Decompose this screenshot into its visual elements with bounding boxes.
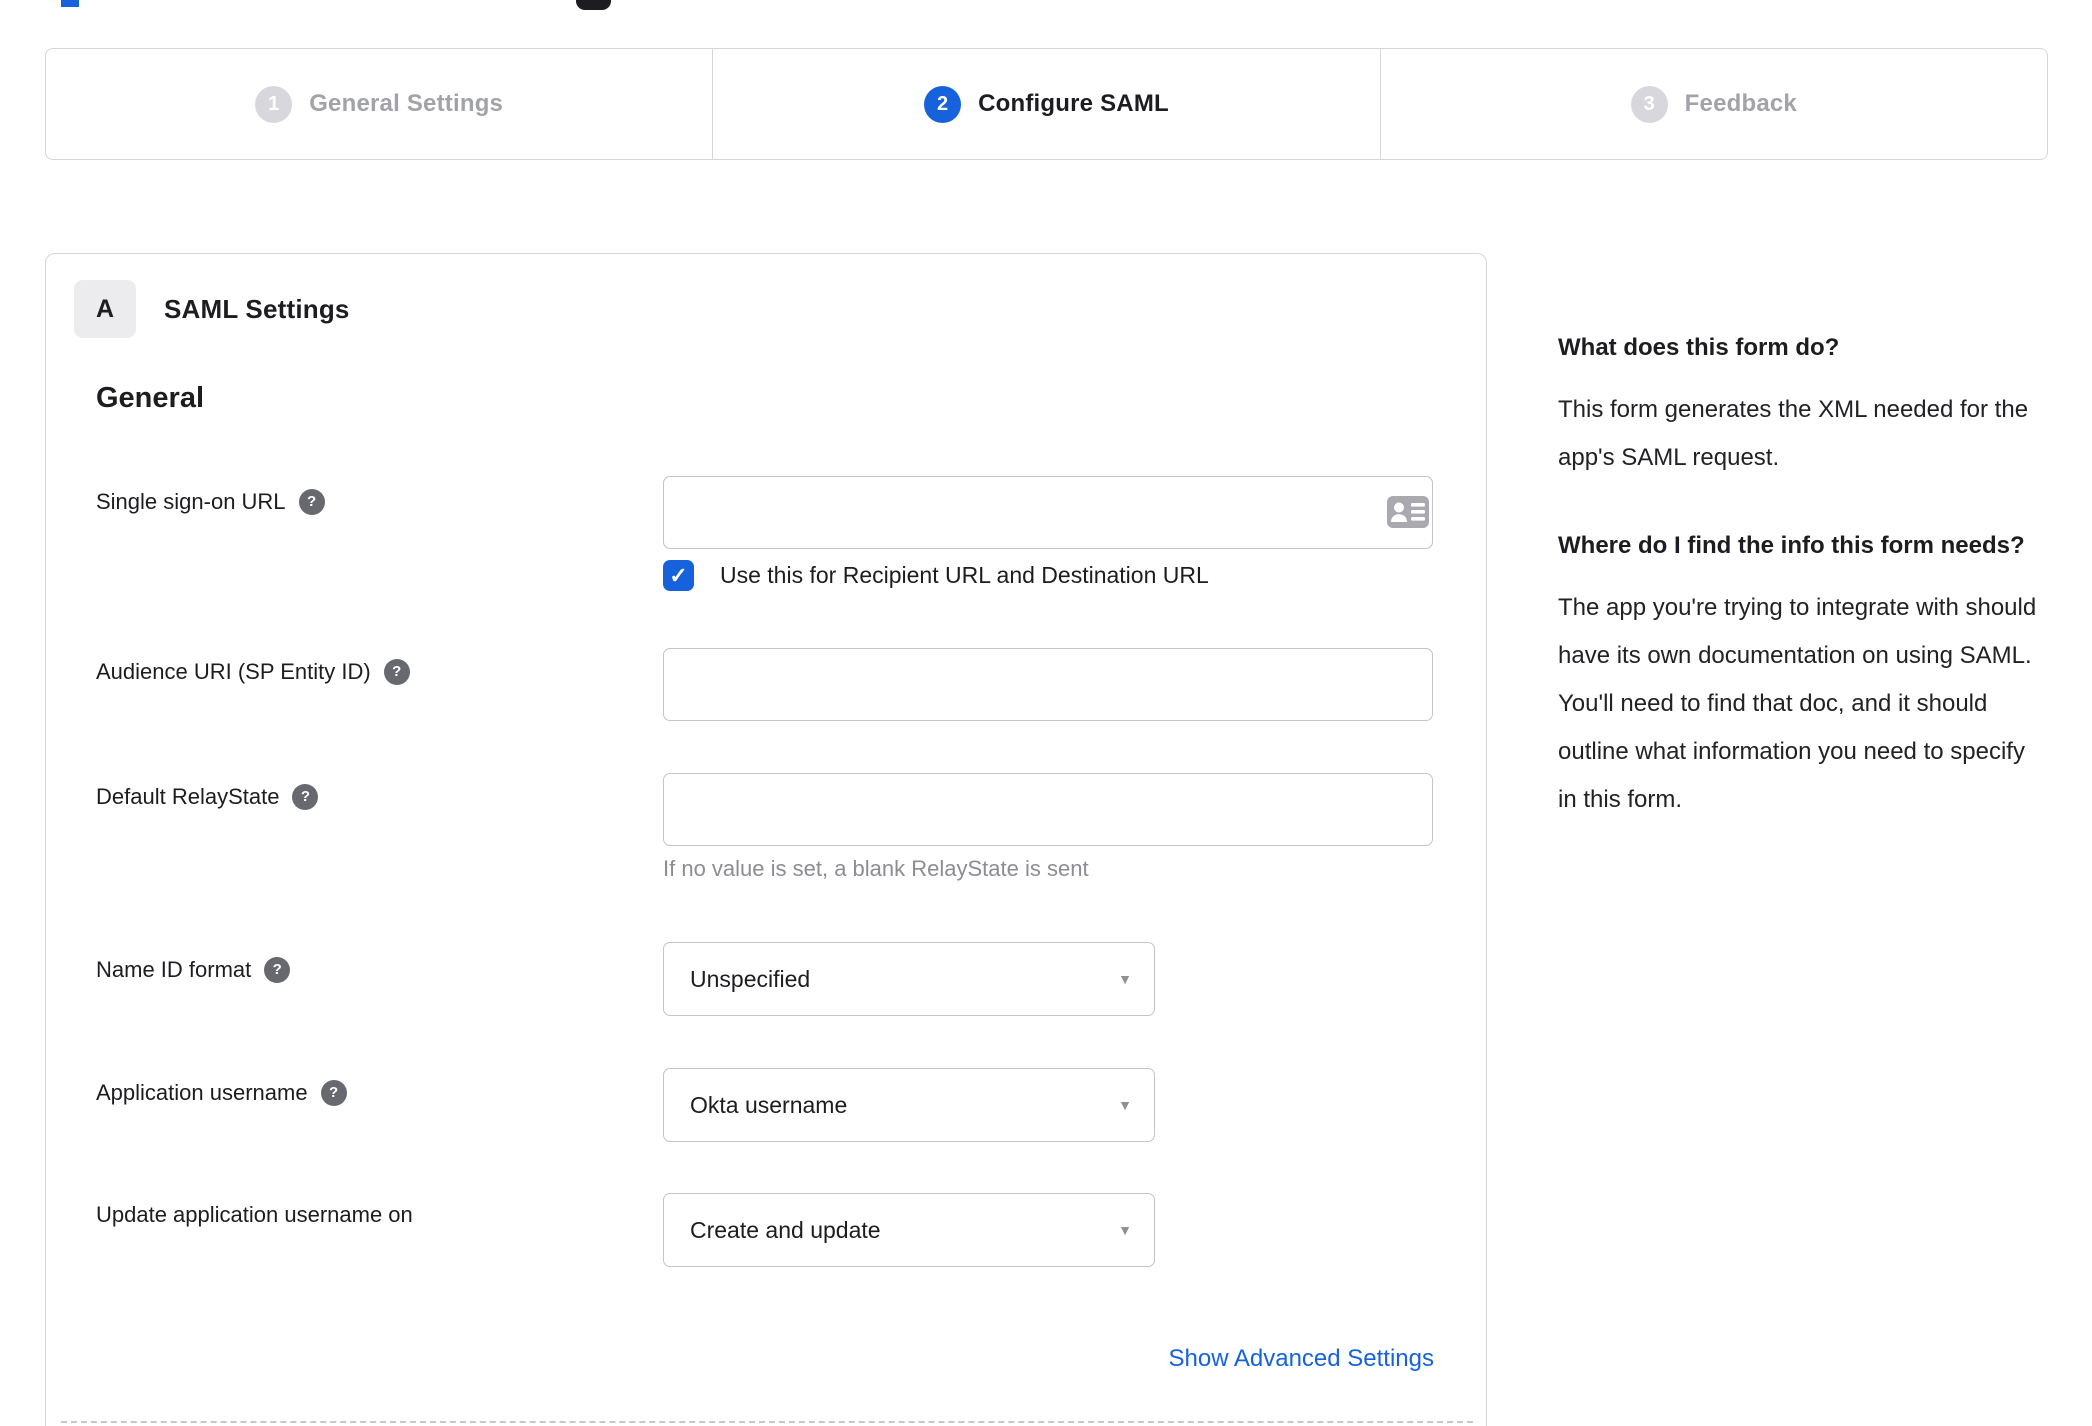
wizard-stepper: 1 General Settings 2 Configure SAML 3 Fe… [45, 48, 2048, 160]
step-3-label: Feedback [1684, 90, 1797, 117]
update-username-label-text: Update application username on [96, 1202, 413, 1227]
relay-state-input[interactable] [663, 773, 1433, 846]
chevron-down-icon: ▼ [1118, 971, 1132, 987]
name-id-format-select[interactable]: Unspecified ▼ [663, 942, 1155, 1016]
step-configure-saml[interactable]: 2 Configure SAML [712, 49, 1379, 159]
section-a-badge: A [74, 280, 136, 338]
update-username-label: Update application username on [96, 1201, 413, 1229]
audience-uri-input[interactable] [663, 648, 1433, 721]
step-2-circle: 2 [924, 85, 962, 123]
clipped-title-fragment [61, 0, 79, 7]
general-section-title: General [96, 382, 204, 414]
step-2-label: Configure SAML [978, 90, 1169, 117]
clipped-logo-fragment [576, 0, 611, 10]
relay-state-label-text: Default RelayState [96, 784, 280, 809]
relay-state-label: Default RelayState ? [96, 783, 319, 811]
sidebar-body-find-info: The app you're trying to integrate with … [1558, 594, 2037, 813]
application-username-value: Okta username [690, 1091, 848, 1118]
update-username-value: Create and update [690, 1216, 881, 1243]
name-id-format-label-text: Name ID format [96, 957, 252, 982]
sidebar-heading-find-info: Where do I find the info this form needs… [1558, 532, 2025, 559]
relay-state-help-icon[interactable]: ? [292, 784, 319, 810]
application-username-label: Application username ? [96, 1079, 347, 1107]
audience-uri-label-text: Audience URI (SP Entity ID) [96, 659, 371, 684]
step-1-label: General Settings [309, 90, 504, 117]
sidebar-body-form-purpose: This form generates the XML needed for t… [1558, 396, 2029, 471]
step-general-settings[interactable]: 1 General Settings [46, 49, 712, 159]
sso-url-input[interactable] [663, 476, 1433, 549]
step-feedback[interactable]: 3 Feedback [1379, 49, 2047, 159]
contact-card-icon[interactable] [1386, 495, 1430, 529]
saml-settings-panel: A SAML Settings General Single sign-on U… [45, 253, 1487, 1426]
chevron-down-icon: ▼ [1118, 1097, 1132, 1113]
name-id-format-label: Name ID format ? [96, 956, 291, 984]
sso-url-label-text: Single sign-on URL [96, 489, 286, 514]
help-sidebar: What does this form do? This form genera… [1558, 326, 2038, 866]
recipient-url-checkbox-label: Use this for Recipient URL and Destinati… [720, 562, 1209, 588]
chevron-down-icon: ▼ [1118, 1222, 1132, 1238]
application-username-select[interactable]: Okta username ▼ [663, 1068, 1155, 1142]
application-username-help-icon[interactable]: ? [320, 1080, 347, 1106]
application-username-label-text: Application username [96, 1080, 308, 1105]
sso-url-help-icon[interactable]: ? [298, 489, 325, 515]
recipient-url-checkbox[interactable]: ✓ [663, 560, 694, 591]
sidebar-heading-form-purpose: What does this form do? [1558, 334, 1840, 361]
audience-uri-label: Audience URI (SP Entity ID) ? [96, 658, 410, 686]
update-username-select[interactable]: Create and update ▼ [663, 1193, 1155, 1267]
relay-state-hint: If no value is set, a blank RelayState i… [663, 856, 1089, 881]
name-id-format-value: Unspecified [690, 965, 811, 992]
panel-title: SAML Settings [164, 294, 350, 324]
sso-url-label: Single sign-on URL ? [96, 488, 325, 516]
advanced-settings-divider [61, 1421, 1473, 1423]
name-id-format-help-icon[interactable]: ? [264, 957, 291, 983]
recipient-url-checkbox-row: ✓ Use this for Recipient URL and Destina… [663, 560, 1209, 591]
step-1-circle: 1 [255, 85, 293, 123]
step-3-circle: 3 [1630, 85, 1668, 123]
audience-uri-help-icon[interactable]: ? [383, 659, 410, 685]
show-advanced-settings-link[interactable]: Show Advanced Settings [1168, 1345, 1434, 1373]
